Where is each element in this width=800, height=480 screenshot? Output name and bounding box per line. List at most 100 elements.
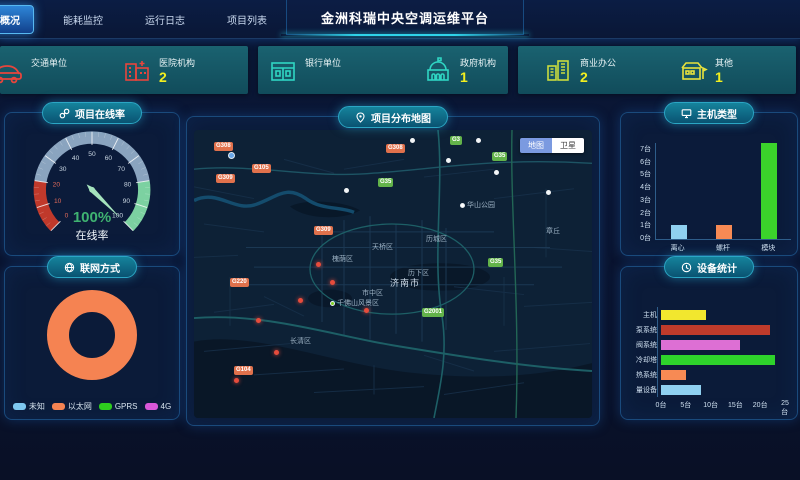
project-marker[interactable] [274, 350, 279, 355]
nav-tab[interactable]: 运行日志 [132, 6, 198, 33]
map-place-label: 章丘 [546, 226, 560, 236]
y-axis-tick: 5台 [640, 171, 651, 178]
legend-item[interactable]: 未知 [13, 401, 45, 412]
panel-project-map: 项目分布地图 G308G308G309G10 [186, 116, 600, 426]
road-badge: G309 [314, 226, 333, 235]
panel-title: 主机类型 [697, 106, 737, 121]
svg-text:50: 50 [88, 151, 96, 158]
place-text: 历城区 [426, 234, 447, 244]
project-marker[interactable] [330, 280, 335, 285]
map-place-label: 历城区 [426, 234, 447, 244]
network-donut-chart [17, 283, 167, 387]
panel-title: 项目在线率 [75, 106, 125, 121]
monitor-icon [681, 108, 692, 119]
place-text: 华山公园 [467, 200, 495, 210]
project-marker[interactable] [298, 298, 303, 303]
y-axis-label: 阀系统 [625, 340, 661, 350]
poi-marker[interactable] [476, 138, 481, 143]
stat-card: 银行单位政府机构1 [258, 46, 508, 94]
device-stats-chart: 主机泵系统阀系统冷却塔热系统量设备0台5台10台15台20台25台 [625, 307, 785, 412]
host-type-chart: 7台6台5台4台3台2台1台0台 离心螺杆模块 [629, 143, 791, 249]
road-badge: G35 [378, 178, 393, 187]
poi-marker[interactable] [546, 190, 551, 195]
stat-label: 商业办公 [580, 56, 616, 69]
svg-text:70: 70 [118, 166, 126, 173]
stat-texts: 银行单位 [305, 56, 341, 85]
stat-item: 银行单位 [268, 53, 341, 87]
table-row: 量设备 [625, 382, 785, 397]
stat-label: 银行单位 [305, 56, 341, 69]
hospital-icon [122, 55, 152, 85]
y-axis-label: 泵系统 [625, 325, 661, 335]
stat-item: 商业办公2 [543, 53, 616, 87]
map-canvas[interactable]: G308G308G309G105G309G220G104G3G35G35G35G… [194, 130, 592, 418]
x-axis-tick: 0台 [656, 400, 667, 410]
y-axis-tick: 1台 [640, 222, 651, 229]
poi-marker[interactable] [494, 170, 499, 175]
place-text: 市中区 [362, 288, 383, 298]
place-text: 历下区 [408, 268, 429, 278]
panel-header-device-stats: 设备统计 [664, 256, 754, 278]
project-marker[interactable] [234, 378, 239, 383]
globe-icon [64, 262, 75, 273]
road-badge: G2001 [422, 308, 444, 317]
bar-track [661, 370, 785, 380]
x-axis-tick: 15台 [728, 400, 743, 410]
map-mode-button[interactable]: 地图 [520, 138, 552, 153]
x-axis-tick: 25台 [781, 400, 789, 417]
top-nav-bar: 概况能耗监控运行日志项目列表视频监控 金洲科瑞中央空调运维平台 [0, 0, 800, 39]
svg-text:10: 10 [54, 198, 62, 205]
bar-track [661, 325, 785, 335]
x-axis-tick: 20台 [753, 400, 768, 410]
stat-card: 商业办公2 其他1 [518, 46, 796, 94]
legend-item[interactable]: 以太网 [52, 401, 92, 412]
table-row: 泵系统 [625, 322, 785, 337]
project-marker[interactable] [316, 262, 321, 267]
map-place-label: 市中区 [362, 288, 383, 298]
panel-device-stats: 设备统计 主机泵系统阀系统冷却塔热系统量设备0台5台10台15台20台25台 [620, 266, 798, 420]
bar-track [661, 310, 785, 320]
nav-tab[interactable]: 能耗监控 [50, 6, 116, 33]
poi-marker[interactable] [344, 188, 349, 193]
stat-item: 其他1 [678, 53, 733, 87]
y-axis-tick: 2台 [640, 210, 651, 217]
stat-card: 交通单位 医院机构2 [0, 46, 248, 94]
stat-label: 政府机构 [460, 56, 496, 69]
nav-tab[interactable]: 项目列表 [214, 6, 280, 33]
map-place-label: 华山公园 [460, 200, 495, 210]
stat-texts: 医院机构2 [159, 56, 195, 85]
legend-item[interactable]: 4G [145, 401, 172, 412]
legend-swatch [145, 403, 158, 410]
project-marker[interactable] [364, 308, 369, 313]
stat-texts: 交通单位 [31, 56, 67, 85]
bar [661, 340, 740, 350]
table-row: 阀系统 [625, 337, 785, 352]
legend-swatch [99, 403, 112, 410]
stat-label: 医院机构 [159, 56, 195, 69]
nav-tab[interactable]: 概况 [0, 5, 34, 34]
road-badge: G35 [488, 258, 503, 267]
svg-text:30: 30 [59, 166, 67, 173]
project-marker[interactable] [256, 318, 261, 323]
bar [661, 370, 686, 380]
satellite-mode-button[interactable]: 卫星 [552, 138, 584, 153]
road-badge: G105 [252, 164, 271, 173]
stat-value: 2 [580, 70, 616, 85]
road-badge: G220 [230, 278, 249, 287]
stat-value [31, 70, 67, 85]
legend-item[interactable]: GPRS [99, 401, 138, 412]
panel-header-network: 联网方式 [47, 256, 137, 278]
online-rate-value: 100% [5, 209, 179, 226]
link-icon [59, 108, 70, 119]
map-roads [194, 130, 592, 418]
y-axis-label: 量设备 [625, 385, 661, 395]
map-place-label: 长清区 [290, 336, 311, 346]
stat-item: 医院机构2 [122, 53, 195, 87]
station-marker[interactable] [228, 152, 235, 159]
y-axis-tick: 6台 [640, 159, 651, 166]
table-row: 冷却塔 [625, 352, 785, 367]
svg-text:40: 40 [72, 155, 80, 162]
y-axis-tick: 3台 [640, 197, 651, 204]
poi-marker[interactable] [446, 158, 451, 163]
poi-marker[interactable] [410, 138, 415, 143]
